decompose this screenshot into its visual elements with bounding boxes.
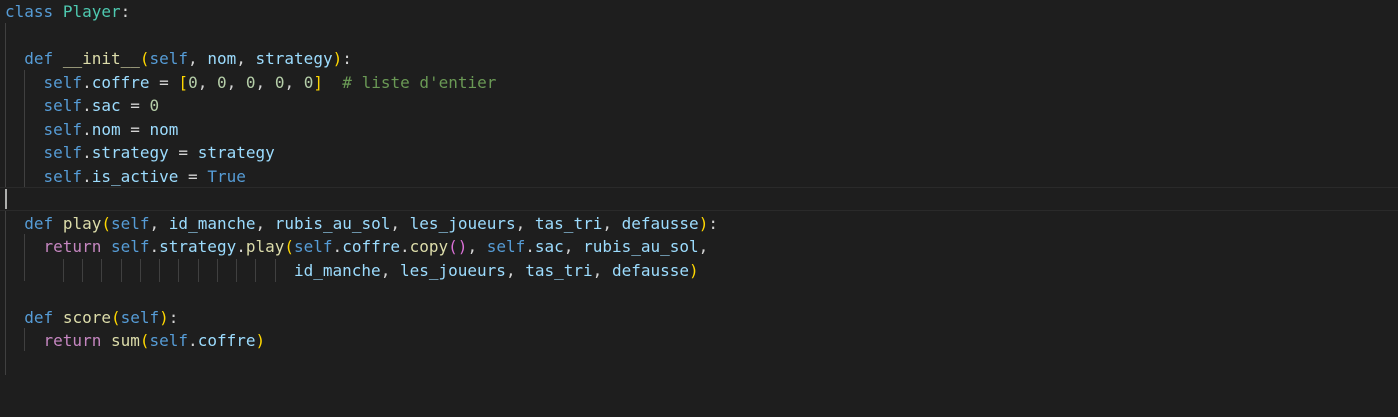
text-cursor bbox=[5, 189, 7, 209]
code-line: return sum(self.coffre) bbox=[43, 331, 266, 350]
code-line: class Player: bbox=[5, 2, 131, 21]
code-line: self.is_active = True bbox=[43, 166, 246, 186]
code-line: return self.strategy.play(self.coffre.co… bbox=[43, 237, 709, 256]
code-line: self.strategy = strategy bbox=[43, 143, 275, 162]
code-line: def __init__(self, nom, strategy): bbox=[24, 49, 352, 68]
code-line: self.sac = 0 bbox=[43, 96, 160, 115]
code-line: def play(self, id_manche, rubis_au_sol, … bbox=[24, 213, 718, 233]
current-line-highlight bbox=[0, 187, 1398, 211]
code-line: def score(self): bbox=[24, 307, 179, 327]
code-line: self.nom = nom bbox=[43, 119, 179, 139]
code-editor[interactable]: class Player: def __init__(self, nom, st… bbox=[0, 0, 1398, 417]
code-line: id_manche, les_joueurs, tas_tri, defauss… bbox=[293, 260, 699, 280]
code-line: self.coffre = [0, 0, 0, 0, 0] # liste d'… bbox=[43, 72, 497, 92]
